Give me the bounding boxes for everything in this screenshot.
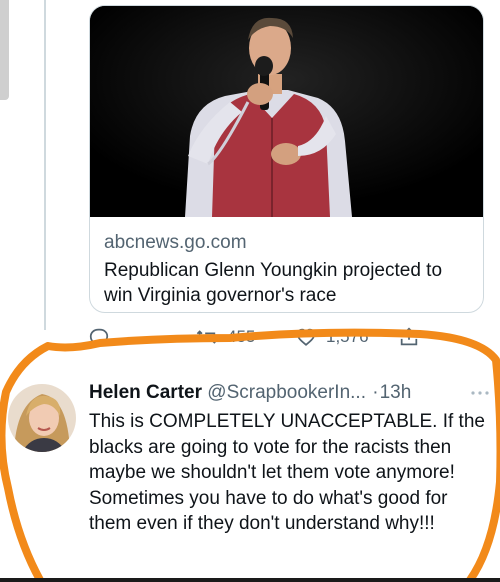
card-headline: Republican Glenn Youngkin projected to w… <box>104 260 443 306</box>
author-handle[interactable]: @ScrapbookerIn... <box>207 382 366 403</box>
separator-dot: · <box>372 382 379 403</box>
retweet-count: 455 <box>227 327 256 346</box>
retweet-button[interactable]: 455 <box>196 322 255 352</box>
reply-button[interactable] <box>88 322 110 352</box>
avatar[interactable] <box>8 384 76 452</box>
reply-icon <box>89 328 109 347</box>
tweet-actions: 455 1,576 <box>88 322 488 352</box>
card-image[interactable] <box>90 6 483 217</box>
share-button[interactable] <box>398 322 420 352</box>
speaker-photo <box>90 6 483 217</box>
thread-line <box>44 0 46 330</box>
bottom-edge-bar <box>0 578 500 582</box>
share-icon <box>400 327 418 346</box>
card-domain: abcnews.go.com <box>104 232 247 253</box>
avatar-photo <box>8 384 76 452</box>
link-preview-card[interactable]: abcnews.go.com Republican Glenn Youngkin… <box>89 5 484 313</box>
timestamp[interactable]: 13h <box>380 382 412 403</box>
more-options-icon[interactable] <box>468 386 492 400</box>
reply-text: This is COMPLETELY UNACCEPTABLE. If the … <box>89 411 485 534</box>
like-count: 1,576 <box>326 327 369 346</box>
author-name[interactable]: Helen Carter <box>89 382 202 403</box>
screenshot-edge-tab <box>0 0 9 100</box>
heart-icon <box>296 328 316 346</box>
reply-tweet[interactable]: Helen Carter @ScrapbookerIn... ·13h This… <box>0 378 500 582</box>
reply-header: Helen Carter @ScrapbookerIn... ·13h <box>89 382 411 404</box>
like-button[interactable]: 1,576 <box>295 322 369 352</box>
retweet-icon <box>196 330 218 344</box>
